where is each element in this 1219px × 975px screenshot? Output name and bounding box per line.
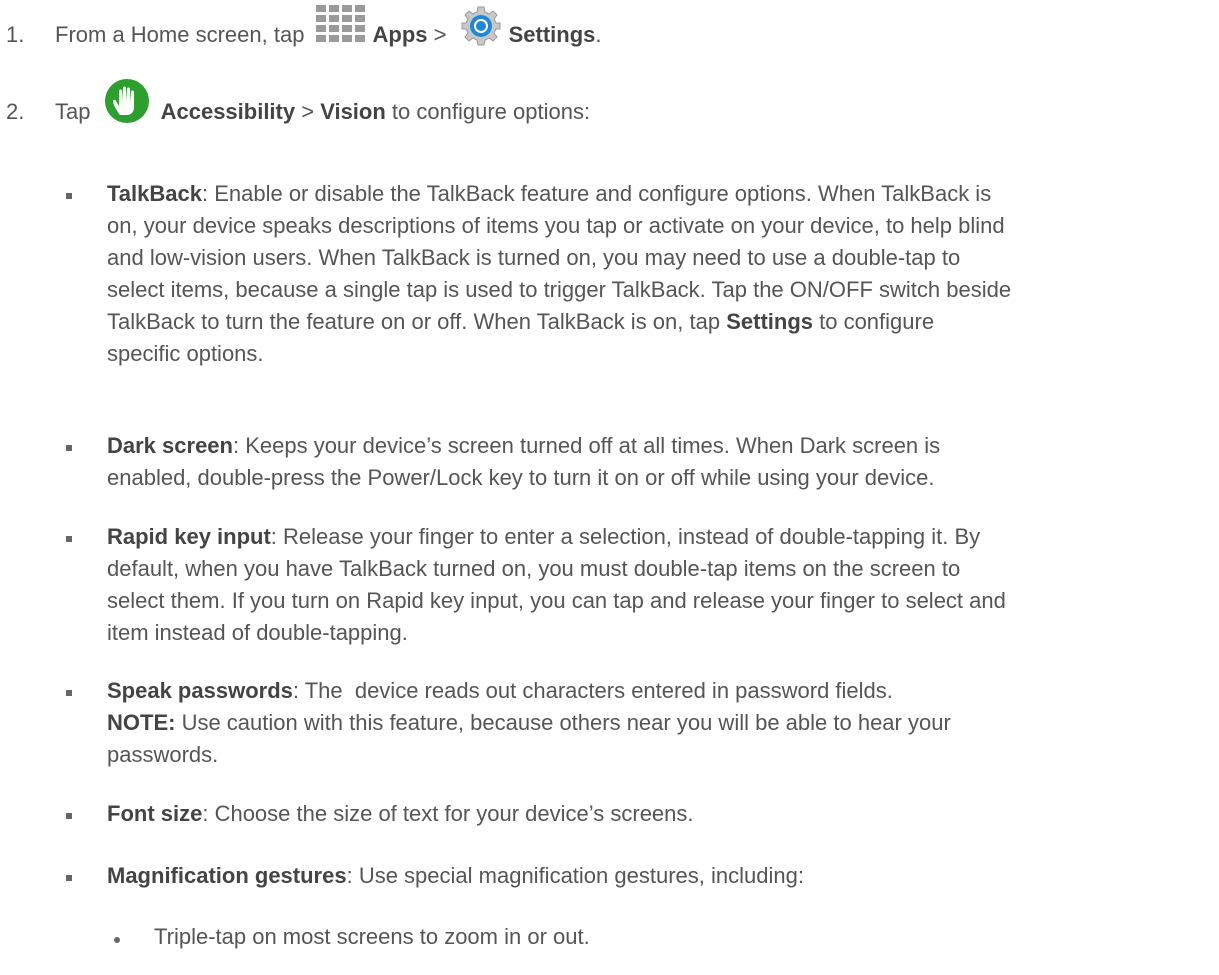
line-text: select items, because a single tap is us… [107, 277, 1012, 302]
bullet-term: Font size [107, 801, 203, 826]
step-text: From a Home screen, tap [55, 22, 311, 47]
line-text: default, when you have TalkBack turned o… [107, 556, 961, 581]
bullet-text: Rapid key input: Release your finger to … [107, 521, 1212, 649]
line-text: TalkBack to turn the feature on or off. … [107, 309, 727, 334]
step-number: 2. [6, 99, 25, 124]
square-bullet [66, 875, 72, 881]
line-text: : Use special magnification gestures, in… [346, 863, 804, 888]
line-text: on, your device speaks descriptions of i… [107, 213, 1005, 238]
apps-label: Apps [372, 22, 428, 47]
square-bullet [66, 536, 72, 542]
bullet-term: Speak passwords [107, 678, 293, 703]
separator: > [295, 99, 321, 124]
line-text: select them. If you turn on Rapid key in… [107, 588, 1006, 613]
accessibility-hand-icon [104, 79, 149, 123]
square-bullet [66, 813, 72, 819]
line-text: : Enable or disable the TalkBack feature… [201, 181, 992, 206]
accessibility-label: Accessibility [160, 99, 296, 124]
bullet-term: TalkBack [107, 181, 202, 206]
step-end: to configure options: [385, 99, 591, 124]
line-text: passwords. [107, 742, 219, 767]
square-bullet [66, 690, 72, 696]
line-text: to configure [813, 309, 935, 334]
settings-gear-icon [461, 6, 501, 46]
step-end: . [595, 22, 602, 47]
line-text: : Keeps your device’s screen turned off … [232, 433, 941, 458]
line-text: : Release your finger to enter a selecti… [270, 524, 981, 549]
bullet-term: Magnification gestures [107, 863, 347, 888]
line-text: and low-vision users. When TalkBack is t… [107, 245, 961, 270]
bullet-term: Rapid key input [107, 524, 271, 549]
settings-label: Settings [508, 22, 596, 47]
square-bullet [66, 445, 72, 451]
line-text: enabled, double-press the Power/Lock key… [107, 465, 935, 490]
round-bullet [114, 937, 120, 943]
line-text: specific options. [107, 341, 264, 366]
line-text: : Choose the size of text for your devic… [202, 801, 694, 826]
bullet-text: Magnification gestures: Use special magn… [107, 860, 1212, 892]
line-text: : The device reads out characters entere… [292, 678, 893, 703]
separator: > [427, 22, 453, 47]
vision-label: Vision [320, 99, 386, 124]
line-text: Use caution with this feature, because o… [175, 710, 951, 735]
bullet-text: Font size: Choose the size of text for y… [107, 798, 1212, 830]
apps-grid-icon [315, 5, 365, 42]
bullet-term: Dark screen [107, 433, 233, 458]
step-number: 1. [6, 22, 25, 47]
sub-bullet-text: Triple-tap on most screens to zoom in or… [154, 924, 590, 949]
bullet-text: Dark screen: Keeps your device’s screen … [107, 430, 1212, 494]
square-bullet [66, 193, 72, 199]
bullet-text: Speak passwords: The device reads out ch… [107, 675, 1212, 771]
line-text: item instead of double-tapping. [107, 620, 408, 645]
bullet-text: TalkBack: Enable or disable the TalkBack… [107, 178, 1212, 370]
note-label: NOTE: [107, 710, 176, 735]
settings-bold: Settings [726, 309, 813, 334]
step-text: Tap [55, 99, 97, 124]
